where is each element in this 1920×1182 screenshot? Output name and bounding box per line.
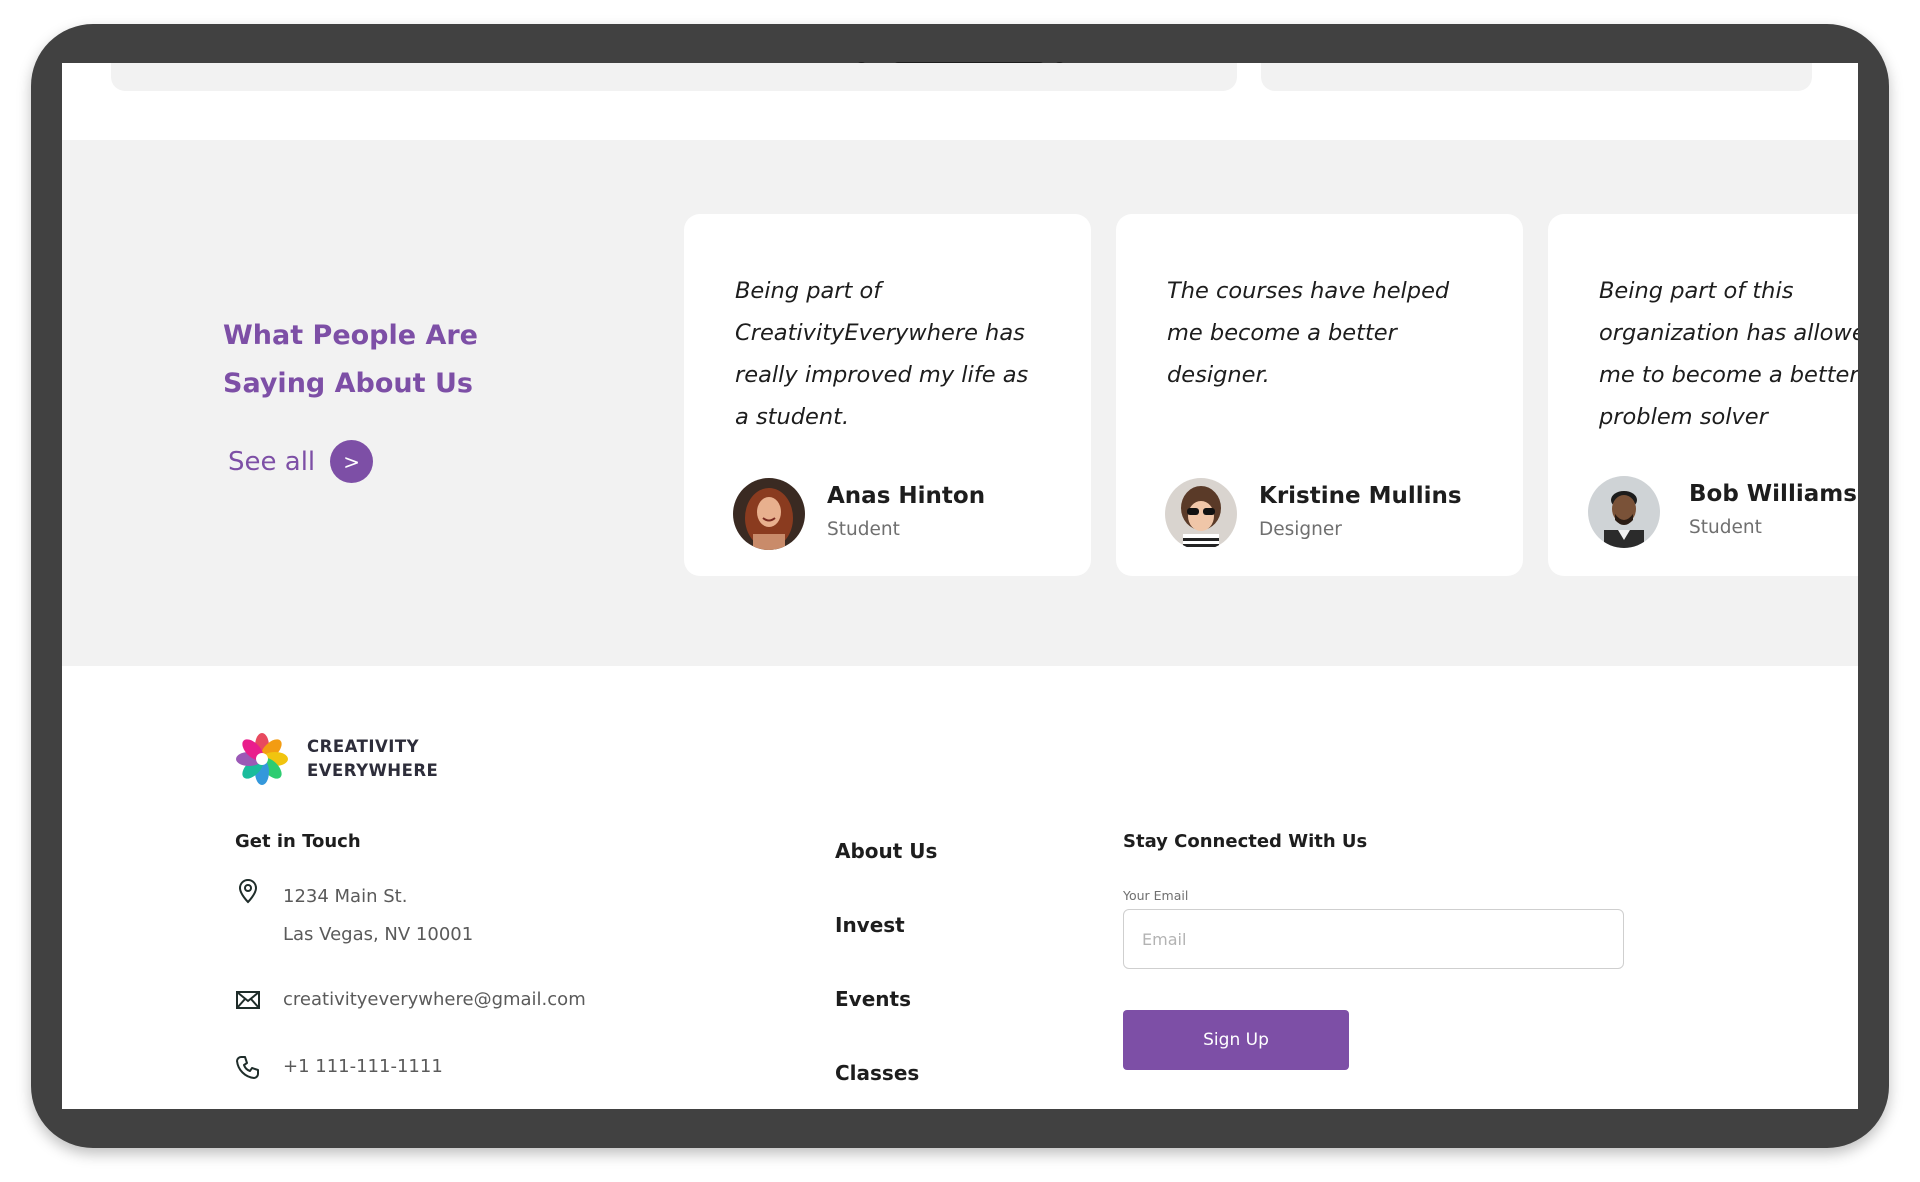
testimonials-section: What People Are Saying About Us See all … [62, 140, 1858, 666]
footer-link-events[interactable]: Events [835, 987, 911, 1011]
contact-phone[interactable]: +1 111-111-1111 [283, 1048, 443, 1086]
brand-logo[interactable]: CREATIVITY EVERYWHERE [233, 730, 438, 788]
testimonial-card: The courses have helped me become a bett… [1116, 214, 1523, 576]
email-field-label: Your Email [1123, 888, 1189, 903]
newsletter-heading: Stay Connected With Us [1123, 831, 1368, 852]
brand-name-line2: EVERYWHERE [307, 761, 439, 780]
testimonial-role: Student [1689, 517, 1762, 538]
testimonial-name: Kristine Mullins [1259, 483, 1462, 509]
avatar [733, 478, 805, 550]
address-row: 1234 Main St. Las Vegas, NV 10001 [235, 878, 473, 954]
envelope-icon [236, 991, 260, 1009]
flower-logo-icon [236, 733, 288, 785]
testimonial-role: Designer [1259, 519, 1342, 540]
brand-name-line1: CREATIVITY [307, 737, 420, 756]
address-line2: Las Vegas, NV 10001 [283, 924, 474, 945]
arrow-right-icon[interactable]: > [330, 440, 374, 483]
footer-link-invest[interactable]: Invest [835, 913, 905, 937]
testimonial-quote: Being part of CreativityEverywhere has r… [735, 278, 1029, 430]
sign-up-button[interactable]: Sign Up [1123, 1010, 1349, 1070]
email-field[interactable] [1123, 909, 1624, 969]
previous-section-card [111, 63, 1237, 91]
see-all-label: See all [228, 446, 316, 477]
previous-section-card [1261, 63, 1812, 91]
footer: CREATIVITY EVERYWHERE Get in Touch 1234 … [62, 666, 1858, 1109]
testimonial-card: Being part of this organization has allo… [1548, 214, 1858, 576]
footer-link-about-us[interactable]: About Us [835, 839, 937, 863]
testimonial-name: Anas Hinton [827, 483, 986, 509]
testimonial-quote: The courses have helped me become a bett… [1167, 278, 1450, 388]
contact-email[interactable]: creativityeverywhere@gmail.com [283, 981, 586, 1019]
see-all-link[interactable]: See all > [228, 440, 374, 483]
testimonials-heading: What People Are Saying About Us [223, 320, 478, 399]
device-frame: What People Are Saying About Us See all … [31, 24, 1889, 1148]
testimonial-card: Being part of CreativityEverywhere has r… [684, 214, 1091, 576]
map-pin-icon [238, 878, 258, 904]
testimonial-role: Student [827, 519, 900, 540]
brand-name: CREATIVITY EVERYWHERE [307, 735, 438, 783]
email-row[interactable]: creativityeverywhere@gmail.com [235, 981, 586, 1019]
phone-icon [236, 1056, 259, 1079]
avatar [1165, 478, 1237, 550]
testimonial-quote: Being part of this organization has allo… [1599, 278, 1858, 430]
footer-link-classes[interactable]: Classes [835, 1061, 919, 1085]
address-line1: 1234 Main St. [283, 886, 408, 907]
screen: What People Are Saying About Us See all … [62, 63, 1858, 1109]
contact-heading: Get in Touch [235, 831, 361, 852]
testimonial-name: Bob Williams [1689, 481, 1857, 507]
avatar [1588, 476, 1660, 548]
phone-row[interactable]: +1 111-111-1111 [235, 1048, 443, 1086]
